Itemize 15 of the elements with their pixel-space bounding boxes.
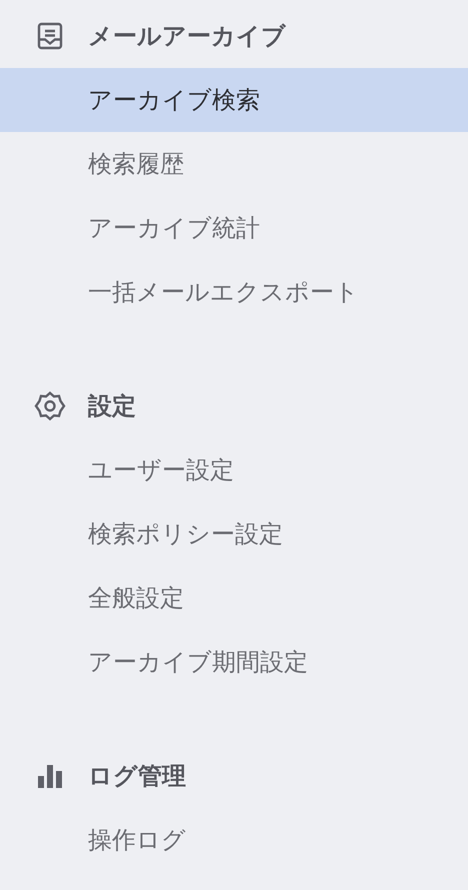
menu-item[interactable]: 一括メールエクスポート [0,260,468,324]
menu-item[interactable]: 全般設定 [0,566,468,630]
section-title: ログ管理 [88,761,186,792]
inbox-icon [35,21,65,51]
menu-item[interactable]: アーカイブ検索 [0,68,468,132]
section-title: 設定 [88,391,136,422]
menu-item[interactable]: ユーザー設定 [0,438,468,502]
menu-item[interactable]: 検索履歴 [0,132,468,196]
menu-item[interactable]: アーカイブ期間設定 [0,630,468,694]
menu-item[interactable]: 検索ポリシー設定 [0,502,468,566]
menu-item[interactable]: 操作ログ [0,808,468,872]
menu-item[interactable]: アーカイブ統計 [0,196,468,260]
bar-chart-icon [36,762,64,790]
section-title: メールアーカイブ [88,21,286,52]
settings-icon [34,390,66,422]
